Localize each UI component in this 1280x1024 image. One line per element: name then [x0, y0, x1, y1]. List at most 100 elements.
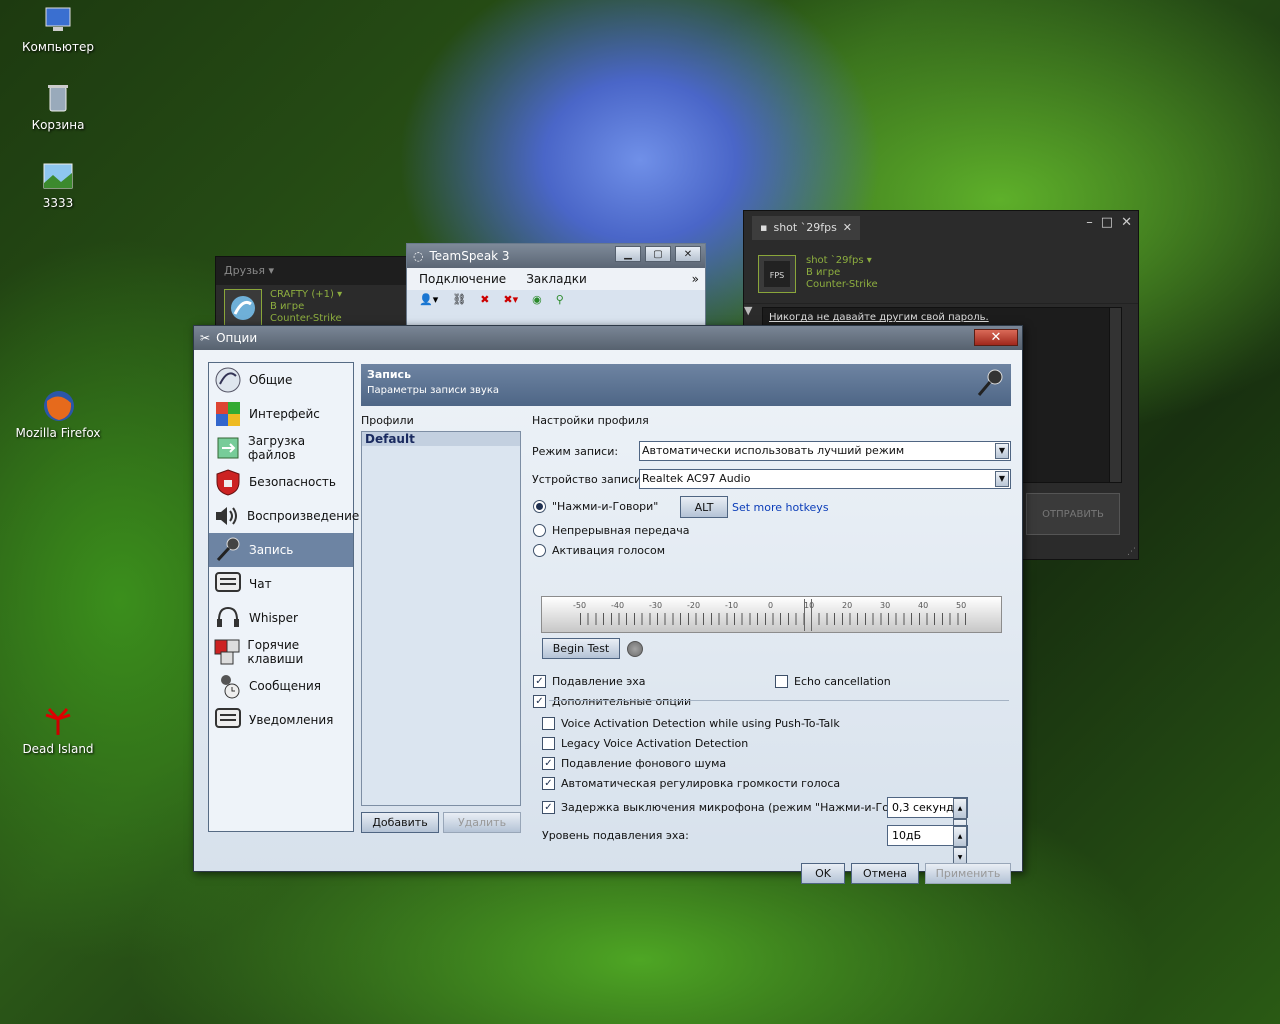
checkbox-label: Voice Activation Detection while using P…	[561, 717, 840, 730]
nav-item-label: Уведомления	[249, 713, 334, 727]
desktop-icon-computer[interactable]: Компьютер	[10, 4, 106, 54]
friend-status: В игре	[270, 301, 305, 312]
file-transfer-icon	[213, 433, 242, 463]
capture-device-select[interactable]: Realtek AC97 Audio ▼	[639, 469, 1011, 489]
profiles-list[interactable]: Default	[361, 431, 521, 806]
chat-user: FPS shot `29fps ▾ В игре Counter-Strike	[744, 245, 1138, 304]
send-button[interactable]: ОТПРАВИТЬ	[1026, 493, 1120, 535]
desktop-icon-3333[interactable]: 3333	[10, 160, 106, 210]
checkbox-check-icon: ✓	[542, 801, 555, 814]
add-profile-button[interactable]: Добавить	[361, 812, 439, 833]
echo-level-spinbox[interactable]: 10дБ ▲ ▼	[887, 825, 968, 868]
nav-item-label: Воспроизведение	[247, 509, 360, 523]
menu-connection[interactable]: Подключение	[419, 272, 506, 286]
voice-activation-slider[interactable]: -50 -40 -30 -20 -10 0 10 20 30 40 50	[541, 596, 1002, 633]
teamspeak-window[interactable]: ◌ TeamSpeak 3 ▁ ▢ ✕ Подключение Закладки…	[406, 243, 706, 327]
continuous-transmission-radio[interactable]: Непрерывная передача	[533, 524, 689, 537]
meter-tick-label: -50	[573, 601, 587, 610]
noise-suppression-checkbox[interactable]: ✓ Подавление фонового шума	[542, 757, 726, 770]
close-icon[interactable]: ✕	[1121, 215, 1132, 230]
list-item[interactable]: Default	[362, 432, 520, 446]
vad-ptt-checkbox[interactable]: Voice Activation Detection while using P…	[542, 717, 840, 730]
nav-item-whisper[interactable]: Whisper	[209, 601, 353, 635]
maximize-button[interactable]: ▢	[645, 246, 671, 262]
agc-checkbox[interactable]: ✓ Автоматическая регулировка громкости го…	[542, 777, 840, 790]
nav-item-file-transfer[interactable]: Загрузка файлов	[209, 431, 353, 465]
mic-delay-spinbox[interactable]: 0,3 секунд ▲▼	[887, 797, 968, 840]
chat-scrollbar[interactable]	[1109, 308, 1121, 482]
nav-item-notifications[interactable]: Уведомления	[209, 703, 353, 737]
begin-test-button[interactable]: Begin Test	[542, 638, 620, 659]
friend-game: Counter-Strike	[270, 313, 342, 324]
nav-item-interface[interactable]: Интерфейс	[209, 397, 353, 431]
spin-up-icon[interactable]: ▲	[953, 826, 967, 847]
friends-header[interactable]: Друзья ▾	[216, 257, 414, 285]
ok-button[interactable]: OK	[801, 863, 845, 884]
nav-item-playback[interactable]: Воспроизведение	[209, 499, 359, 533]
capture-mode-select[interactable]: Автоматически использовать лучший режим …	[639, 441, 1011, 461]
desktop-icon-label: 3333	[42, 196, 74, 210]
checkbox-check-icon: ✓	[542, 777, 555, 790]
checkbox-label: Подавление фонового шума	[561, 757, 727, 770]
minimize-icon[interactable]: –	[1086, 215, 1093, 230]
meter-tick-label: -40	[611, 601, 625, 610]
slider-thumb[interactable]	[804, 599, 812, 631]
apply-button[interactable]: Применить	[925, 863, 1011, 884]
away-icon[interactable]: ◉	[532, 293, 542, 306]
set-more-hotkeys-link[interactable]: Set more hotkeys	[732, 501, 829, 514]
capture-device-label: Устройство записи:	[532, 473, 646, 486]
chevron-down-icon[interactable]: ▾	[337, 289, 342, 300]
mic-delay-checkbox[interactable]: ✓ Задержка выключения микрофона (режим "Н…	[542, 801, 929, 814]
voice-activation-radio[interactable]: Активация голосом	[533, 544, 665, 557]
nav-item-messages[interactable]: Сообщения	[209, 669, 353, 703]
push-to-talk-radio[interactable]: "Нажми-и-Говори"	[533, 500, 658, 513]
identity-icon[interactable]: ⚲	[556, 293, 564, 306]
spin-up-icon[interactable]: ▲	[953, 798, 967, 819]
nav-item-general[interactable]: Общие	[209, 363, 353, 397]
nav-item-label: Чат	[249, 577, 272, 591]
ptt-hotkey-button[interactable]: ALT	[680, 496, 728, 518]
advanced-options-checkbox[interactable]: ✓ Дополнительные опции	[533, 695, 691, 708]
chevron-down-icon[interactable]: ▾	[867, 255, 872, 266]
legacy-vad-checkbox[interactable]: Legacy Voice Activation Detection	[542, 737, 748, 750]
chat-tab[interactable]: ▪ shot `29fps ✕	[752, 216, 861, 240]
chat-user-name: shot `29fps	[806, 255, 864, 266]
desktop-icon-label: Mozilla Firefox	[15, 426, 101, 440]
checkbox-label: Legacy Voice Activation Detection	[561, 737, 749, 750]
nav-item-chat[interactable]: Чат	[209, 567, 353, 601]
desktop-icon-recycle-bin[interactable]: Корзина	[10, 82, 106, 132]
close-icon[interactable]: ✕	[843, 216, 852, 240]
chat-user-status: В игре	[806, 267, 841, 278]
microphone-icon	[975, 367, 1005, 402]
friends-window[interactable]: Друзья ▾ CRAFTY (+1) ▾ В игре Counter-St…	[215, 256, 415, 336]
disconnect-icon[interactable]: ⛓	[452, 293, 466, 306]
mute-speakers-icon[interactable]: ✖▾	[503, 293, 518, 306]
checkbox-check-icon: ✓	[533, 675, 546, 688]
echo-cancellation-checkbox[interactable]: Echo cancellation	[775, 675, 891, 688]
nav-item-security[interactable]: Безопасность	[209, 465, 353, 499]
resize-grip-icon[interactable]: ⋰	[1127, 547, 1136, 557]
mic-delay-value: 0,3 секунд	[892, 801, 954, 814]
mute-microphone-icon[interactable]: ✖	[480, 293, 489, 306]
menu-bookmarks[interactable]: Закладки	[526, 272, 587, 286]
nav-item-label: Общие	[249, 373, 293, 387]
nav-item-hotkeys[interactable]: Горячие клавиши	[209, 635, 353, 669]
delete-profile-button[interactable]: Удалить	[443, 812, 521, 833]
connect-icon[interactable]: 👤▾	[419, 293, 438, 306]
nav-item-capture[interactable]: Запись	[209, 533, 353, 567]
close-button[interactable]: ✕	[974, 329, 1018, 346]
microphone-icon	[213, 535, 243, 565]
minimize-button[interactable]: ▁	[615, 246, 641, 262]
meter-tick-label: 20	[842, 601, 853, 610]
meter-tick-label: 50	[956, 601, 967, 610]
menu-more[interactable]: »	[692, 272, 699, 286]
close-button[interactable]: ✕	[675, 246, 701, 262]
maximize-icon[interactable]: □	[1101, 215, 1113, 230]
options-dialog[interactable]: ✂ Опции ✕ Общие Интерфейс Загрузка файло…	[193, 325, 1023, 884]
echo-suppression-checkbox[interactable]: ✓ Подавление эха	[533, 675, 646, 688]
desktop-icon-firefox[interactable]: Mozilla Firefox	[10, 390, 106, 440]
desktop-icon-dead-island[interactable]: Dead Island	[10, 706, 106, 756]
cancel-button[interactable]: Отмена	[851, 863, 919, 884]
options-wrench-icon: ✂	[200, 331, 211, 345]
desktop-icon-label: Компьютер	[22, 40, 94, 54]
